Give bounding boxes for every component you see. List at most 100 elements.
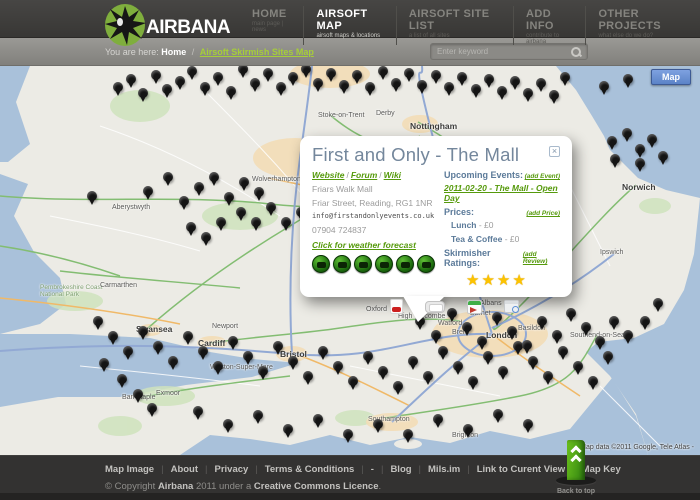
footer-link-[interactable]: -: [371, 464, 374, 475]
search-input[interactable]: [431, 47, 570, 56]
weather-forecast-link[interactable]: Click for weather forecast: [312, 240, 416, 250]
map-pin[interactable]: [463, 424, 473, 434]
map-pin[interactable]: [468, 376, 478, 386]
map-pin[interactable]: [635, 158, 645, 168]
map-pin[interactable]: [239, 177, 249, 187]
map-pin[interactable]: [483, 351, 493, 361]
map-pin[interactable]: [438, 346, 448, 356]
map-pin[interactable]: [250, 78, 260, 88]
map-pin[interactable]: [549, 90, 559, 100]
map-pin[interactable]: [281, 217, 291, 227]
map-type-button[interactable]: Map: [651, 69, 691, 85]
map-pin[interactable]: [339, 80, 349, 90]
map-pin[interactable]: [251, 217, 261, 227]
map-pin[interactable]: [138, 326, 148, 336]
map-pin[interactable]: [288, 72, 298, 82]
map-pin[interactable]: [194, 182, 204, 192]
map-pin[interactable]: [216, 217, 226, 227]
map-pin[interactable]: [318, 346, 328, 356]
map-pin[interactable]: [183, 331, 193, 341]
map-pin[interactable]: [266, 202, 276, 212]
map-pin[interactable]: [263, 68, 273, 78]
map-pin[interactable]: [457, 72, 467, 82]
map-pin[interactable]: [213, 361, 223, 371]
map-pin[interactable]: [391, 78, 401, 88]
map-pin[interactable]: [200, 82, 210, 92]
map-pin[interactable]: [352, 70, 362, 80]
map-pin[interactable]: [288, 356, 298, 366]
map-pin[interactable]: [471, 84, 481, 94]
map-pin[interactable]: [623, 330, 633, 340]
map-pin[interactable]: [588, 376, 598, 386]
map-pin[interactable]: [326, 68, 336, 78]
forum-link[interactable]: Forum: [351, 170, 377, 180]
map-pin[interactable]: [143, 186, 153, 196]
map-pin[interactable]: [510, 76, 520, 86]
map-pin[interactable]: [573, 361, 583, 371]
map-pin[interactable]: [163, 172, 173, 182]
map-pin[interactable]: [236, 207, 246, 217]
map-pin[interactable]: [558, 346, 568, 356]
footer-link-about[interactable]: About: [171, 464, 198, 475]
footer-link-mils-im[interactable]: Mils.im: [428, 464, 460, 475]
map-pin[interactable]: [453, 361, 463, 371]
map-pin[interactable]: [313, 414, 323, 424]
map-pin[interactable]: [528, 356, 538, 366]
wiki-link[interactable]: Wiki: [384, 170, 401, 180]
map-pin[interactable]: [213, 72, 223, 82]
nav-item-home[interactable]: HOMEmain page | news: [240, 6, 303, 45]
map-pin[interactable]: [151, 70, 161, 80]
map-pin[interactable]: [147, 403, 157, 413]
map-pin[interactable]: [87, 191, 97, 201]
map-pin[interactable]: [198, 346, 208, 356]
nav-item-airsoft-map[interactable]: AIRSOFT MAPairsoft maps & locations: [303, 6, 395, 45]
back-to-top-button[interactable]: Back to top: [548, 440, 604, 496]
map-pin[interactable]: [224, 192, 234, 202]
map-pin[interactable]: [138, 88, 148, 98]
map-pin[interactable]: [403, 429, 413, 439]
map-pin[interactable]: [423, 371, 433, 381]
map-pin[interactable]: [647, 134, 657, 144]
map-pin[interactable]: [523, 419, 533, 429]
map-pin[interactable]: [462, 322, 472, 332]
map-pin[interactable]: [228, 336, 238, 346]
video-icon[interactable]: [425, 301, 445, 313]
map-pin[interactable]: [133, 389, 143, 399]
map-pin[interactable]: [373, 419, 383, 429]
footer-link-privacy[interactable]: Privacy: [214, 464, 248, 475]
map-pin[interactable]: [162, 84, 172, 94]
add-review-link[interactable]: (add Review): [523, 251, 560, 265]
map-pin[interactable]: [209, 172, 219, 182]
map-pin[interactable]: [187, 66, 197, 76]
map-pin[interactable]: [444, 82, 454, 92]
close-icon[interactable]: ×: [549, 146, 560, 157]
map-pin[interactable]: [179, 196, 189, 206]
airbana-logo[interactable]: AIRBANA: [103, 2, 231, 46]
search-icon[interactable]: [570, 46, 582, 58]
map-pin[interactable]: [609, 316, 619, 326]
map-pin[interactable]: [243, 351, 253, 361]
map-pin[interactable]: [536, 78, 546, 88]
map-pin[interactable]: [622, 128, 632, 138]
map-pin[interactable]: [343, 429, 353, 439]
breadcrumb-current-link[interactable]: Airsoft Skirmish Sites Map: [200, 47, 314, 57]
map-pin[interactable]: [607, 136, 617, 146]
map-canvas[interactable]: Stoke-on-TrentNottinghamDerbyWolverhampt…: [0, 66, 700, 455]
map-pin[interactable]: [153, 341, 163, 351]
map-pin[interactable]: [226, 86, 236, 96]
map-pin[interactable]: [552, 330, 562, 340]
map-pin[interactable]: [186, 222, 196, 232]
nav-item-airsoft-site-list[interactable]: AIRSOFT SITE LISTa list of all sites: [396, 6, 513, 45]
map-pin[interactable]: [658, 151, 668, 161]
map-pin[interactable]: [223, 419, 233, 429]
map-pin[interactable]: [522, 340, 532, 350]
map-pin[interactable]: [566, 308, 576, 318]
map-pin[interactable]: [599, 81, 609, 91]
map-pin[interactable]: [393, 381, 403, 391]
map-pin[interactable]: [431, 70, 441, 80]
map-pin[interactable]: [283, 424, 293, 434]
footer-link-terms-conditions[interactable]: Terms & Conditions: [265, 464, 355, 475]
event-link[interactable]: 2011-02-20 - The Mall - Open Day: [444, 183, 558, 203]
map-pin[interactable]: [433, 414, 443, 424]
map-pin[interactable]: [313, 78, 323, 88]
